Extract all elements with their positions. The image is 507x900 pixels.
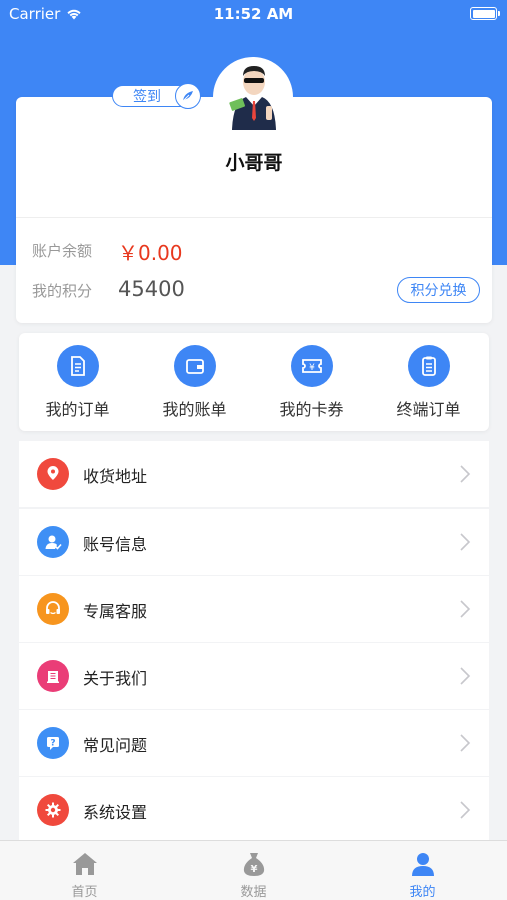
tab-label: 数据: [240, 885, 267, 900]
quick-my-bills[interactable]: 我的账单: [136, 333, 253, 431]
quick-my-orders[interactable]: 我的订单: [19, 333, 136, 431]
question-icon: ?: [37, 727, 69, 759]
points-label: 我的积分: [32, 282, 93, 300]
tab-label: 我的: [409, 885, 436, 900]
chevron-right-icon: [460, 533, 471, 551]
location-icon: [37, 458, 69, 490]
menu-item-faq[interactable]: ? 常见问题: [19, 710, 489, 776]
feather-icon: [175, 83, 201, 109]
battery-icon: [470, 7, 500, 20]
home-icon: [72, 853, 97, 875]
menu-label: 常见问题: [83, 736, 148, 755]
quick-terminal-orders[interactable]: 终端订单: [370, 333, 487, 431]
points-exchange-button[interactable]: 积分兑换: [397, 277, 480, 303]
menu-label: 账号信息: [83, 535, 148, 554]
chevron-right-icon: [460, 667, 471, 685]
username: 小哥哥: [225, 152, 283, 174]
svg-text:¥: ¥: [309, 363, 315, 373]
points-value: 45400: [118, 277, 185, 301]
chevron-right-icon: [460, 734, 471, 752]
checkin-button[interactable]: 签到: [112, 83, 201, 109]
clipboard-icon: [407, 345, 450, 387]
svg-text:?: ?: [50, 739, 55, 749]
quick-label: 我的订单: [45, 400, 110, 419]
menu-item-customer-service[interactable]: 专属客服: [19, 576, 489, 642]
balance-label: 账户余额: [32, 242, 93, 260]
status-bar: Carrier 11:52 AM: [0, 0, 507, 30]
menu-label: 系统设置: [83, 803, 148, 822]
quick-label: 我的卡券: [279, 400, 344, 419]
wallet-icon: [173, 345, 216, 387]
tab-mine[interactable]: 我的: [338, 841, 507, 900]
menu-item-about-us[interactable]: 关于我们: [19, 643, 489, 709]
order-icon: [56, 345, 99, 387]
tab-home[interactable]: 首页: [0, 841, 169, 900]
user-icon: [37, 526, 69, 558]
menu-item-system-settings[interactable]: 系统设置: [19, 777, 489, 843]
menu-item-account-info[interactable]: 账号信息: [19, 509, 489, 575]
menu-label: 关于我们: [83, 669, 148, 688]
checkin-label: 签到: [133, 89, 161, 105]
avatar[interactable]: [224, 62, 284, 130]
quick-my-coupons[interactable]: ¥ 我的卡券: [253, 333, 370, 431]
building-icon: [37, 660, 69, 692]
quick-label: 我的账单: [162, 400, 227, 419]
tab-data[interactable]: ¥ 数据: [169, 841, 338, 900]
tab-bar: 首页 ¥ 数据 我的: [0, 840, 507, 900]
money-bag-icon: ¥: [243, 853, 264, 876]
status-time: 11:52 AM: [213, 5, 294, 23]
quick-label: 终端订单: [396, 400, 461, 419]
card-divider: [16, 217, 492, 218]
chevron-right-icon: [460, 801, 471, 819]
headset-icon: [37, 593, 69, 625]
menu-label: 专属客服: [83, 602, 148, 621]
quick-actions-card: 我的订单 我的账单 ¥ 我的卡券 终端订单: [19, 333, 489, 431]
chevron-right-icon: [460, 465, 471, 483]
menu-label: 收货地址: [83, 467, 148, 486]
svg-text:¥: ¥: [250, 864, 257, 875]
balance-value: ￥0.00: [118, 241, 183, 265]
menu-item-shipping-address[interactable]: 收货地址: [19, 441, 489, 507]
person-icon: [411, 853, 434, 876]
tab-label: 首页: [71, 885, 98, 900]
gear-icon: [37, 794, 69, 826]
chevron-right-icon: [460, 600, 471, 618]
coupon-icon: ¥: [290, 345, 333, 387]
